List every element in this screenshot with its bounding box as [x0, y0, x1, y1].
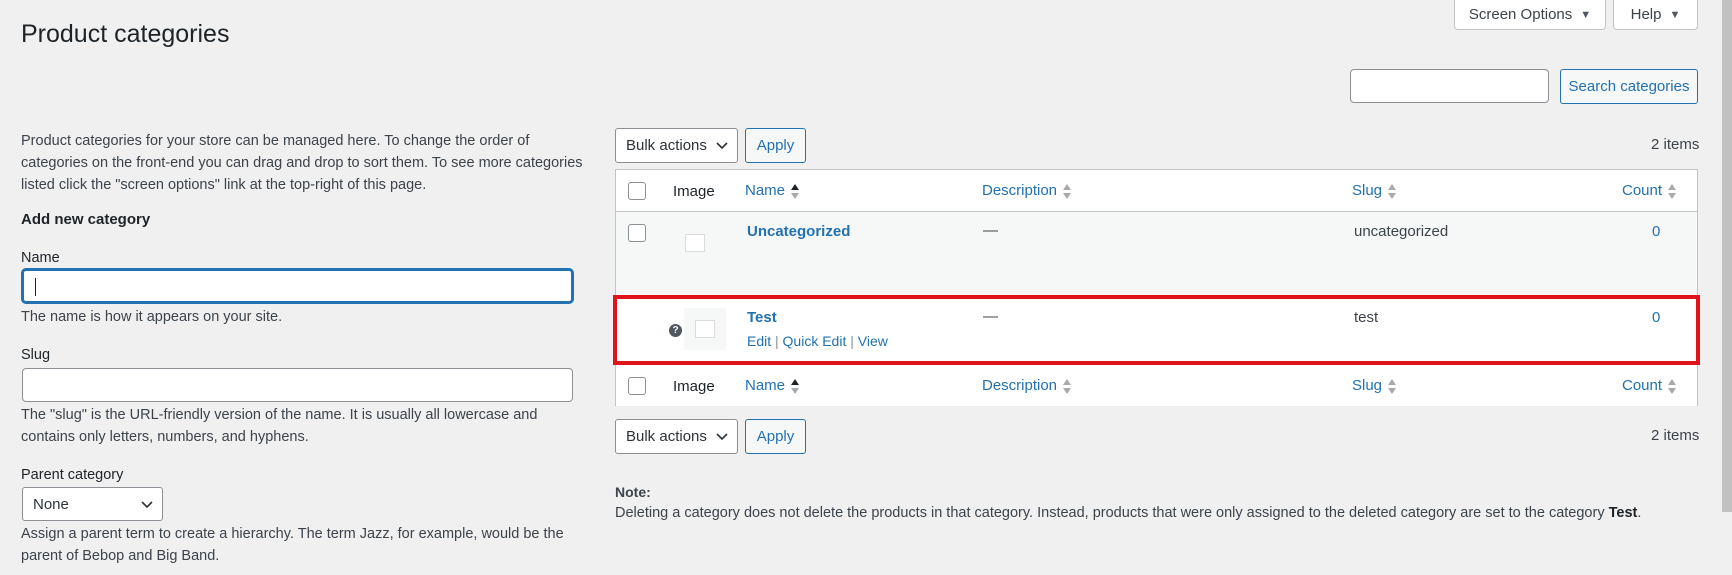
text-caret — [35, 278, 36, 296]
apply-button-top[interactable]: Apply — [745, 128, 806, 163]
parent-category-help: Assign a parent term to create a hierarc… — [21, 526, 564, 564]
note-heading: Note: — [615, 484, 651, 500]
name-help: The name is how it appears on your site. — [21, 309, 283, 325]
note-end: . — [1637, 505, 1642, 521]
placeholder-image-icon — [684, 308, 726, 350]
category-description: — — [983, 308, 998, 325]
bulk-actions-label: Bulk actions — [626, 428, 707, 445]
parent-category-label: Parent category — [21, 467, 124, 483]
page-title: Product categories — [21, 20, 230, 48]
bulk-actions-select-bottom[interactable]: Bulk actions — [615, 419, 738, 454]
row-actions: Edit | Quick Edit | View — [747, 333, 888, 349]
parent-category-select[interactable]: None — [22, 487, 163, 521]
help-button[interactable]: Help ▼ — [1613, 0, 1698, 30]
add-new-category-heading: Add new category — [21, 211, 151, 228]
column-name-label: Name — [745, 182, 786, 199]
table-row: Uncategorized — uncategorized 0 — [616, 212, 1697, 294]
column-description[interactable]: Description — [982, 182, 1072, 200]
table-header: Image Name Description Slug Count — [616, 170, 1697, 212]
column-count-footer[interactable]: Count — [1622, 377, 1677, 395]
column-image-footer: Image — [673, 378, 715, 395]
edit-link[interactable]: Edit — [747, 333, 771, 349]
placeholder-image-icon — [674, 222, 716, 264]
table-row: ? Test Edit | Quick Edit | View — test 0 — [616, 294, 1697, 364]
category-description: — — [983, 222, 998, 239]
column-slug[interactable]: Slug — [1352, 182, 1397, 200]
column-count-label: Count — [1622, 377, 1663, 394]
note-category: Test — [1608, 505, 1638, 521]
chevron-down-icon — [716, 142, 728, 150]
column-count-label: Count — [1622, 182, 1663, 199]
sort-icon — [1668, 184, 1677, 200]
quick-edit-link[interactable]: Quick Edit — [783, 333, 847, 349]
search-input[interactable] — [1350, 69, 1549, 103]
note-text: Deleting a category does not delete the … — [615, 505, 1641, 521]
column-description-label: Description — [982, 182, 1058, 199]
sort-icon — [1063, 184, 1072, 200]
sort-icon — [1388, 379, 1397, 395]
slug-help: The "slug" is the URL-friendly version o… — [21, 407, 538, 445]
category-count-link[interactable]: 0 — [1652, 309, 1660, 326]
select-all-checkbox[interactable] — [628, 182, 646, 200]
page-scrollbar[interactable] — [1722, 0, 1732, 512]
table-footer: Image Name Description Slug Count — [616, 364, 1697, 406]
category-slug: test — [1354, 309, 1379, 326]
category-slug: uncategorized — [1354, 223, 1449, 240]
category-count-link[interactable]: 0 — [1652, 223, 1660, 240]
column-name-footer[interactable]: Name — [745, 377, 800, 395]
category-name-link[interactable]: Test — [747, 309, 777, 326]
column-name-label: Name — [745, 377, 786, 394]
sort-icon — [1668, 379, 1677, 395]
help-question-icon: ? — [669, 324, 682, 337]
items-count-bottom: 2 items — [1651, 427, 1700, 444]
parent-category-value: None — [33, 495, 69, 513]
select-all-checkbox-footer[interactable] — [628, 377, 646, 395]
caret-down-icon: ▼ — [1669, 8, 1681, 21]
sort-icon — [1063, 379, 1072, 395]
items-count-top: 2 items — [1651, 136, 1700, 153]
column-count[interactable]: Count — [1622, 182, 1677, 200]
sort-icon — [1388, 184, 1397, 200]
slug-field[interactable] — [22, 368, 573, 402]
view-link[interactable]: View — [858, 333, 888, 349]
name-field[interactable] — [22, 269, 573, 303]
category-name-link[interactable]: Uncategorized — [747, 223, 850, 240]
name-label: Name — [21, 250, 60, 266]
sort-asc-icon — [791, 379, 800, 395]
chevron-down-icon — [141, 501, 153, 509]
caret-down-icon: ▼ — [1580, 8, 1592, 21]
screen-options-label: Screen Options — [1468, 6, 1573, 23]
bulk-actions-select-top[interactable]: Bulk actions — [615, 128, 738, 163]
row-checkbox[interactable] — [628, 224, 646, 242]
column-description-footer[interactable]: Description — [982, 377, 1072, 395]
bulk-actions-label: Bulk actions — [626, 137, 707, 154]
screen-options-button[interactable]: Screen Options ▼ — [1454, 0, 1606, 30]
column-slug-label: Slug — [1352, 377, 1383, 394]
categories-table: Image Name Description Slug Count Uncate… — [615, 169, 1698, 406]
column-slug-label: Slug — [1352, 182, 1383, 199]
apply-button-bottom[interactable]: Apply — [745, 419, 806, 454]
sort-asc-icon — [791, 184, 800, 200]
column-slug-footer[interactable]: Slug — [1352, 377, 1397, 395]
chevron-down-icon — [716, 433, 728, 441]
note-body: Deleting a category does not delete the … — [615, 505, 1609, 521]
categories-intro: Product categories for your store can be… — [21, 133, 583, 193]
help-label: Help — [1630, 6, 1662, 23]
search-categories-button[interactable]: Search categories — [1560, 69, 1698, 104]
column-description-label: Description — [982, 377, 1058, 394]
column-name[interactable]: Name — [745, 182, 800, 200]
slug-label: Slug — [21, 347, 51, 363]
column-image: Image — [673, 183, 715, 200]
